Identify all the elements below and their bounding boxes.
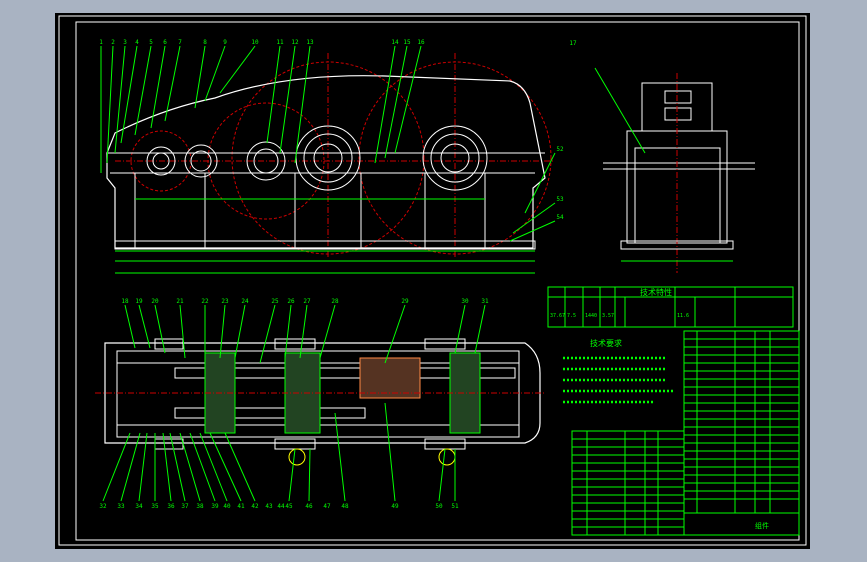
drawing-sheet: 技术特性 37.67 7.5 1440 3.57 11.6 技术要求 组件 1 … bbox=[55, 13, 810, 549]
leader-labels-side: 17 52 53 54 bbox=[556, 40, 577, 221]
leader-label-42: 42 bbox=[251, 503, 259, 510]
leader-label-2: 2 bbox=[111, 39, 115, 46]
leader-label-19: 19 bbox=[135, 298, 143, 305]
tech-req-title: 技术要求 bbox=[590, 338, 622, 348]
parts-list-left-rows bbox=[572, 438, 684, 528]
leader-label-30: 30 bbox=[461, 298, 469, 305]
leader-label-32: 32 bbox=[99, 503, 107, 510]
leader-label-22: 22 bbox=[201, 298, 209, 305]
leader-label-45: 45 bbox=[285, 503, 293, 510]
gear-section-4 bbox=[449, 352, 481, 434]
leader-label-15: 15 bbox=[403, 39, 411, 46]
tech-char-title: 技术特性 bbox=[640, 287, 672, 297]
leader-label-46: 46 bbox=[305, 503, 313, 510]
leader-label-34: 34 bbox=[135, 503, 143, 510]
leader-label-18: 18 bbox=[121, 298, 129, 305]
leader-labels-top: 1 2 3 4 5 6 7 8 9 10 11 12 13 14 15 16 bbox=[99, 39, 425, 46]
leader-labels-plan-top: 18 19 20 21 22 23 24 25 26 27 28 29 30 31 bbox=[121, 298, 489, 305]
leader-label-43: 43 bbox=[265, 503, 273, 510]
gear-section-3 bbox=[359, 357, 421, 399]
leader-label-25: 25 bbox=[271, 298, 279, 305]
leader-label-16: 16 bbox=[417, 39, 425, 46]
leader-label-31: 31 bbox=[481, 298, 489, 305]
leader-label-5: 5 bbox=[149, 39, 153, 46]
tech-char-value-4: 3.57 bbox=[602, 313, 614, 319]
housing-outline bbox=[106, 75, 546, 249]
leader-label-41: 41 bbox=[237, 503, 245, 510]
leader-label-11: 11 bbox=[276, 39, 284, 46]
leader-label-23: 23 bbox=[221, 298, 229, 305]
front-view bbox=[100, 45, 555, 274]
leader-label-10: 10 bbox=[251, 39, 259, 46]
leader-label-29: 29 bbox=[401, 298, 409, 305]
parts-list-right-rows bbox=[684, 338, 799, 514]
tech-char-value-5: 11.6 bbox=[677, 313, 689, 319]
leader-label-6: 6 bbox=[163, 39, 167, 46]
leader-label-52: 52 bbox=[556, 146, 564, 153]
leader-label-7: 7 bbox=[178, 39, 182, 46]
tech-char-value-1: 37.67 bbox=[550, 313, 565, 319]
side-view bbox=[509, 67, 755, 273]
leader-label-50: 50 bbox=[435, 503, 443, 510]
leader-label-54: 54 bbox=[556, 214, 564, 221]
leader-label-28: 28 bbox=[331, 298, 339, 305]
leader-label-35: 35 bbox=[151, 503, 159, 510]
leader-label-40: 40 bbox=[223, 503, 231, 510]
leader-label-33: 33 bbox=[117, 503, 125, 510]
leader-label-1: 1 bbox=[99, 39, 103, 46]
leader-label-4: 4 bbox=[135, 39, 139, 46]
leader-label-48: 48 bbox=[341, 503, 349, 510]
leader-label-21: 21 bbox=[176, 298, 184, 305]
leader-label-13: 13 bbox=[306, 39, 314, 46]
leader-label-12: 12 bbox=[291, 39, 299, 46]
leader-label-8: 8 bbox=[203, 39, 207, 46]
leader-label-47: 47 bbox=[323, 503, 331, 510]
title-block-text: 组件 bbox=[755, 521, 769, 530]
leader-label-36: 36 bbox=[167, 503, 175, 510]
leader-label-14: 14 bbox=[391, 39, 399, 46]
leader-label-20: 20 bbox=[151, 298, 159, 305]
leader-label-38: 38 bbox=[196, 503, 204, 510]
tech-req-lines bbox=[563, 356, 675, 404]
leader-label-53: 53 bbox=[556, 196, 564, 203]
leader-label-3: 3 bbox=[123, 39, 127, 46]
tech-char-value-3: 1440 bbox=[585, 313, 597, 319]
leader-labels-plan-bottom: 32 33 34 35 36 37 38 39 40 41 42 43 44 45 46 47 48 49 50 51 bbox=[99, 503, 459, 510]
leader-label-17: 17 bbox=[569, 40, 577, 47]
leader-label-39: 39 bbox=[211, 503, 219, 510]
leader-label-9: 9 bbox=[223, 39, 227, 46]
plan-view bbox=[95, 304, 545, 502]
outer-border bbox=[58, 15, 807, 546]
leader-label-44: 44 bbox=[277, 503, 285, 510]
leader-label-51: 51 bbox=[451, 503, 459, 510]
leader-label-27: 27 bbox=[303, 298, 311, 305]
parts-list-right bbox=[683, 330, 800, 536]
leader-label-49: 49 bbox=[391, 503, 399, 510]
leader-label-26: 26 bbox=[287, 298, 295, 305]
leader-label-37: 37 bbox=[181, 503, 189, 510]
cad-drawing: 技术特性 37.67 7.5 1440 3.57 11.6 技术要求 组件 1 … bbox=[58, 15, 807, 546]
leader-label-24: 24 bbox=[241, 298, 249, 305]
tech-char-value-2: 7.5 bbox=[567, 313, 576, 319]
